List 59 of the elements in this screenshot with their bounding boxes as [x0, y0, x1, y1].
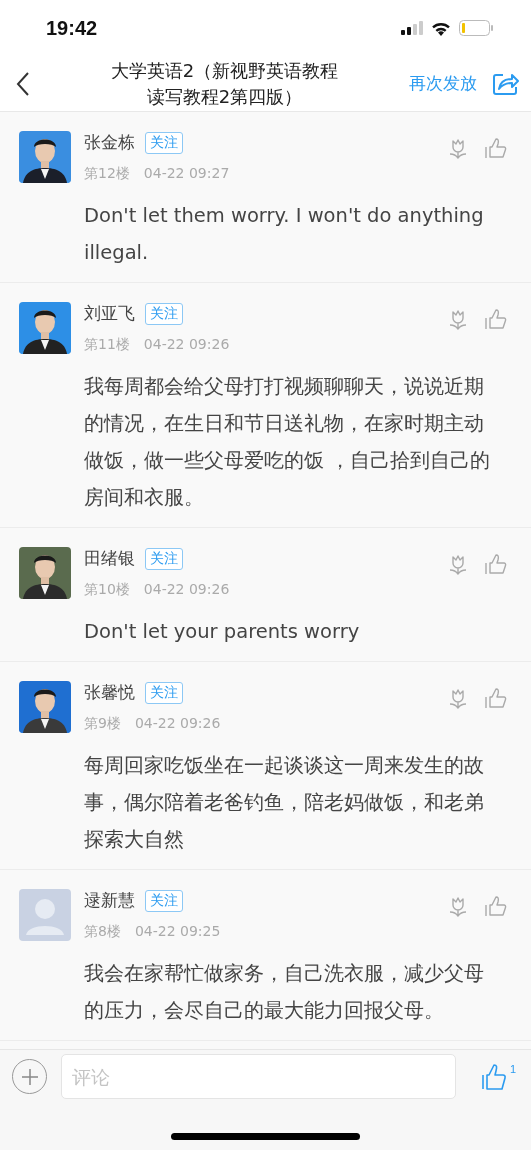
flower-icon — [447, 308, 469, 330]
flower-icon — [447, 895, 469, 917]
page-title: 大学英语2（新视野英语教程 — [110, 58, 339, 83]
flower-icon — [447, 687, 469, 709]
comment-time: 04-22 09:26 — [134, 715, 221, 733]
comment-time: 04-22 09:26 — [143, 581, 230, 599]
thumbs-up-icon — [485, 895, 507, 917]
comment-input[interactable]: 评论 — [61, 1054, 456, 1099]
user-name: 田绪银 — [84, 547, 135, 570]
flower-icon — [447, 553, 469, 575]
comment-time: 04-22 09:26 — [143, 336, 230, 354]
floor-number: 第11楼 — [84, 336, 130, 354]
user-name: 张金栋 — [84, 131, 135, 154]
comment-time: 04-22 09:27 — [143, 165, 230, 183]
like-button[interactable] — [485, 895, 507, 917]
status-time: 19:42 — [46, 16, 98, 40]
floor-number: 第9楼 — [84, 715, 121, 733]
thumbs-up-icon — [485, 553, 507, 575]
flower-button[interactable] — [447, 895, 469, 917]
flower-button[interactable] — [447, 308, 469, 330]
comment-text: 我会在家帮忙做家务，自己洗衣服，减少父母的压力，会尽自己的最大能力回报父母。 — [84, 961, 485, 1024]
page-title: 读写教程2第四版） — [146, 84, 303, 109]
like-button[interactable] — [485, 687, 507, 709]
like-button[interactable] — [485, 308, 507, 330]
back-icon — [16, 70, 30, 97]
follow-button[interactable]: 关注 — [145, 547, 183, 570]
thumbs-up-icon — [485, 308, 507, 330]
floor-number: 第12楼 — [84, 165, 130, 183]
signal-icon — [401, 21, 423, 35]
comment-text: Don't let your parents worry — [84, 619, 361, 645]
battery-icon — [459, 20, 493, 36]
user-name: 张馨悦 — [84, 681, 135, 704]
like-button[interactable]: 1 — [482, 1062, 517, 1091]
flower-button[interactable] — [447, 553, 469, 575]
follow-button[interactable]: 关注 — [145, 681, 183, 704]
share-button[interactable] — [493, 71, 519, 96]
plus-icon — [21, 1068, 38, 1085]
comment-time: 04-22 09:25 — [134, 923, 221, 941]
comment-text: Don't let them worry. I won't do anything illegal. — [84, 203, 485, 266]
flower-icon — [447, 137, 469, 159]
default-avatar-icon — [19, 889, 71, 941]
user-name: 刘亚飞 — [84, 302, 135, 325]
like-button[interactable] — [485, 137, 507, 159]
thumbs-up-icon — [485, 687, 507, 709]
comment-text: 每周回家吃饭坐在一起谈谈这一周来发生的故事，偶尔陪着老爸钓鱼，陪老妈做饭，和老弟探索大自然 — [84, 753, 485, 853]
like-button[interactable] — [485, 553, 507, 575]
follow-button[interactable]: 关注 — [145, 889, 183, 912]
flower-button[interactable] — [447, 687, 469, 709]
redistribute-button[interactable]: 再次发放 — [409, 72, 477, 95]
share-icon — [493, 71, 519, 96]
follow-button[interactable]: 关注 — [145, 302, 183, 325]
follow-button[interactable]: 关注 — [145, 131, 183, 154]
wifi-icon — [431, 20, 451, 36]
floor-number: 第10楼 — [84, 581, 130, 599]
flower-button[interactable] — [447, 137, 469, 159]
comment-text: 我每周都会给父母打打视频聊聊天，说说近期的情况，在生日和节日送礼物，在家时期主动做饭，做一些父母爱吃的饭 ，自己拾到自己的房间和衣服。 — [84, 374, 492, 511]
floor-number: 第8楼 — [84, 923, 121, 941]
user-name: 逯新慧 — [84, 889, 135, 912]
thumbs-up-icon — [485, 137, 507, 159]
